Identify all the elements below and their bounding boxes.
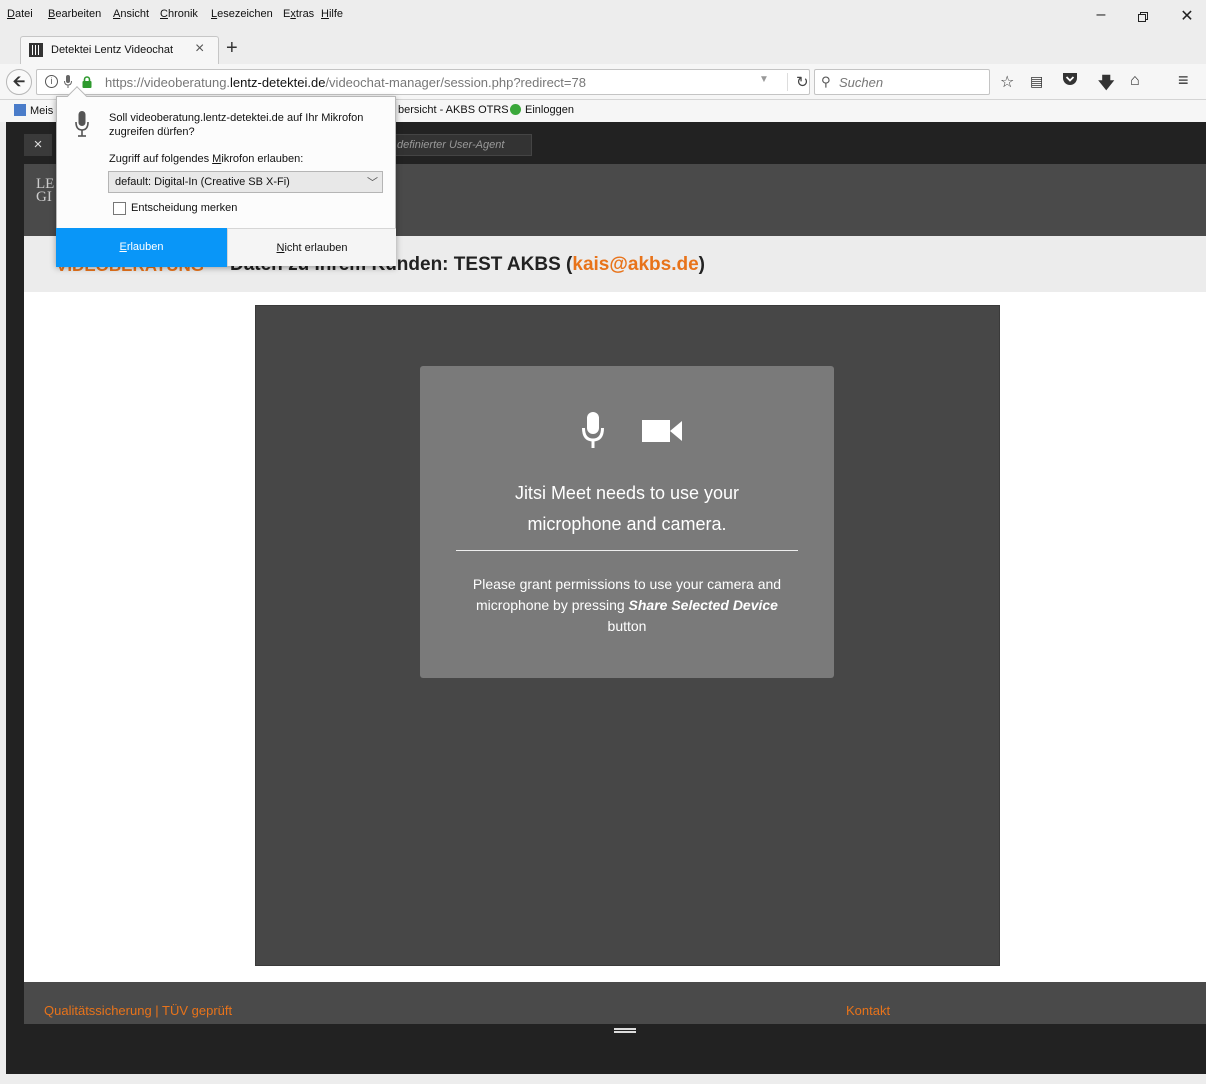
search-placeholder: Suchen bbox=[839, 75, 884, 90]
bookmark-meistbesucht[interactable]: Meis bbox=[14, 104, 53, 117]
footer-contact-link[interactable]: Kontakt bbox=[846, 1003, 890, 1018]
divider bbox=[456, 550, 798, 551]
url-bar[interactable]: i https://videoberatung.lentz-detektei.d… bbox=[36, 69, 810, 95]
menu-lesezeichen[interactable]: Lesezeichen bbox=[211, 8, 273, 20]
url-prefix: https://videoberatung. bbox=[105, 75, 231, 90]
lock-icon[interactable] bbox=[82, 76, 92, 88]
url-path: /videochat-manager/session.php?redirect=… bbox=[325, 75, 586, 90]
microphone-icon[interactable] bbox=[64, 75, 72, 89]
close-icon[interactable]: ✕ bbox=[1172, 6, 1202, 28]
new-tab-button[interactable]: + bbox=[226, 37, 238, 60]
popup-access-label: Zugriff auf folgendes Mikrofon erlauben: bbox=[109, 153, 304, 165]
search-icon: ⚲ bbox=[821, 74, 831, 89]
remember-decision-checkbox[interactable] bbox=[113, 202, 126, 215]
pocket-icon[interactable] bbox=[1062, 72, 1078, 91]
camera-icon bbox=[642, 420, 682, 442]
deny-button[interactable]: Nicht erlauben bbox=[227, 228, 396, 266]
site-logo[interactable]: LE GI bbox=[36, 177, 56, 218]
allow-button[interactable]: Erlauben bbox=[56, 228, 227, 267]
bookmark-einloggen[interactable]: Einloggen bbox=[510, 104, 574, 116]
download-icon[interactable]: 🡇 bbox=[1098, 72, 1114, 99]
search-input[interactable]: ⚲ Suchen bbox=[814, 69, 990, 95]
permission-heading-line2: microphone and camera. bbox=[527, 514, 727, 534]
restore-icon[interactable] bbox=[1128, 6, 1158, 28]
url-text: https://videoberatung.lentz-detektei.de/… bbox=[105, 75, 586, 90]
url-domain: lentz-detektei.de bbox=[230, 75, 326, 90]
menu-datei[interactable]: Datei bbox=[7, 8, 33, 20]
footer-quality-link[interactable]: Qualitätssicherung | TÜV geprüft bbox=[44, 1003, 232, 1018]
page-title-close: ) bbox=[698, 254, 705, 275]
user-agent-placeholder: definierter User-Agent bbox=[397, 139, 505, 151]
tab-title: Detektei Lentz Videochat bbox=[51, 44, 174, 56]
permission-description: Please grant permissions to use your cam… bbox=[472, 576, 782, 634]
home-icon[interactable]: ⌂ bbox=[1130, 72, 1140, 90]
window-bottom-edge bbox=[0, 1074, 1206, 1084]
microphone-select[interactable]: default: Digital-In (Creative SB X-Fi) ﹀ bbox=[108, 171, 383, 193]
reader-list-icon[interactable]: ▤ bbox=[1030, 73, 1043, 90]
microphone-icon bbox=[582, 412, 604, 448]
navigation-bar: 🡨 i https://videoberatung.lentz-detektei… bbox=[0, 64, 1206, 100]
menu-chronik[interactable]: Chronik bbox=[160, 8, 198, 20]
bookmark-star-icon[interactable]: ☆ bbox=[1000, 72, 1014, 92]
popup-question: Soll videoberatung.lentz-detektei.de auf… bbox=[109, 112, 364, 138]
minimize-icon[interactable]: – bbox=[1086, 6, 1116, 28]
menu-hilfe[interactable]: Hilfe bbox=[321, 8, 343, 20]
microphone-select-value: default: Digital-In (Creative SB X-Fi) bbox=[115, 176, 290, 188]
menu-bearbeiten[interactable]: Bearbeiten bbox=[48, 8, 101, 20]
tab-close-icon[interactable]: × bbox=[195, 40, 204, 58]
tab-detektei-lentz[interactable]: Detektei Lentz Videochat × bbox=[20, 36, 219, 64]
menu-bar: Datei Bearbeiten Ansicht Chronik Lesezei… bbox=[0, 0, 1206, 34]
reload-icon[interactable]: ↻ bbox=[787, 73, 809, 91]
permission-overlay: Jitsi Meet needs to use your microphone … bbox=[420, 366, 834, 678]
responsive-close-button[interactable]: × bbox=[24, 134, 52, 156]
bookmark-akbs-otrs[interactable]: bersicht - AKBS OTRS bbox=[398, 104, 509, 116]
menu-extras[interactable]: Extras bbox=[283, 8, 314, 20]
permission-heading: Jitsi Meet needs to use your microphone … bbox=[440, 478, 814, 540]
share-device-highlight: Share Selected Device bbox=[628, 597, 778, 613]
menu-icon[interactable]: ≡ bbox=[1178, 70, 1189, 91]
mic-permission-popup: Soll videoberatung.lentz-detektei.de auf… bbox=[56, 86, 396, 267]
microphone-icon bbox=[75, 111, 89, 137]
chevron-down-icon: ﹀ bbox=[367, 177, 378, 189]
remember-decision-label[interactable]: Entscheidung merken bbox=[131, 202, 237, 214]
permission-heading-line1: Jitsi Meet needs to use your bbox=[514, 483, 740, 503]
resize-handle[interactable] bbox=[614, 1028, 636, 1033]
back-button[interactable]: 🡨 bbox=[6, 69, 32, 95]
favicon-icon bbox=[29, 43, 43, 57]
url-dropdown-icon[interactable]: ▼ bbox=[759, 74, 769, 85]
menu-ansicht[interactable]: Ansicht bbox=[113, 8, 149, 20]
info-icon[interactable]: i bbox=[45, 75, 58, 88]
user-agent-input[interactable]: definierter User-Agent bbox=[382, 134, 532, 156]
customer-email: kais@akbs.de bbox=[572, 254, 699, 275]
page-footer: Qualitätssicherung | TÜV geprüft Kontakt bbox=[24, 982, 1206, 1024]
